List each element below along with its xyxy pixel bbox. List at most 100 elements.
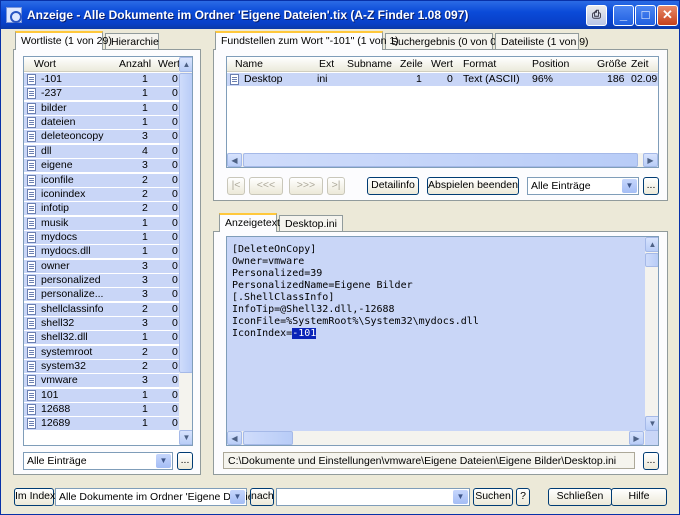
list-item[interactable]: infotip 2 0	[24, 202, 179, 216]
chevron-down-icon[interactable]: ▼	[230, 490, 245, 504]
text-hscrollbar[interactable]: ◀ ▶	[227, 431, 645, 445]
stop-playback-button[interactable]: Abspielen beenden	[427, 177, 519, 195]
list-item[interactable]: shell32 3 0	[24, 316, 179, 330]
list-item[interactable]: personalize... 3 0	[24, 288, 179, 302]
list-item[interactable]: owner 3 0	[24, 259, 179, 273]
col-wort[interactable]: Wort	[34, 58, 56, 70]
list-item[interactable]: -237 1 0	[24, 87, 179, 101]
list-item[interactable]: systemroot 2 0	[24, 345, 179, 359]
list-item[interactable]: deleteoncopy 3 0	[24, 130, 179, 144]
list-item[interactable]: mydocs.dll 1 0	[24, 245, 179, 259]
help-question-button[interactable]: ?	[516, 488, 530, 506]
col-wert[interactable]: Wert	[431, 58, 453, 70]
nav-last-button[interactable]: >|	[327, 177, 345, 195]
col-subname[interactable]: Subname	[347, 58, 392, 70]
close-button[interactable]: Schließen	[548, 488, 612, 506]
tab-hierarchie[interactable]: Hierarchie	[105, 33, 159, 50]
list-item[interactable]: bilder 1 0	[24, 101, 179, 115]
nach-button[interactable]: nach	[250, 488, 274, 506]
right-filter-select[interactable]: Alle Einträge ▼	[527, 177, 639, 195]
chevron-down-icon[interactable]: ▼	[453, 490, 468, 504]
tab-wortliste[interactable]: Wortliste (1 von 29)	[15, 31, 112, 50]
cell-anzahl: 1	[142, 331, 148, 344]
minimize-icon[interactable]: _	[613, 5, 634, 26]
text-vscrollbar[interactable]: ▲ ▼	[645, 237, 658, 431]
nav-first-button[interactable]: |<	[227, 177, 245, 195]
col-anzahl[interactable]: Anzahl	[119, 58, 151, 70]
list-item[interactable]: vmware 3 0	[24, 374, 179, 388]
text-line: [.ShellClassInfo]	[232, 292, 335, 303]
scroll-right-icon[interactable]: ▶	[629, 431, 644, 445]
content-text-view[interactable]: [DeleteOnCopy] Owner=vmware Personalized=3…	[226, 236, 659, 446]
title-bar[interactable]: Anzeige - Alle Dokumente im Ordner 'Eige…	[1, 1, 679, 29]
list-item[interactable]: eigene 3 0	[24, 159, 179, 173]
tab-dateiliste[interactable]: Dateiliste (1 von 9)	[495, 33, 589, 50]
detailinfo-button[interactable]: Detailinfo	[367, 177, 419, 195]
scroll-right-icon[interactable]: ▶	[643, 153, 658, 167]
col-ext[interactable]: Ext	[319, 58, 334, 70]
list-item[interactable]: shellclassinfo 2 0	[24, 302, 179, 316]
scroll-thumb[interactable]	[179, 73, 192, 373]
word-list-scrollbar[interactable]: ▲ ▼	[179, 57, 192, 445]
list-item[interactable]: personalized 3 0	[24, 273, 179, 287]
col-format[interactable]: Format	[463, 58, 496, 70]
tab-desktop-ini[interactable]: Desktop.ini	[279, 215, 343, 232]
cell-anzahl: 1	[142, 403, 148, 416]
cell-wert: 0	[172, 374, 178, 387]
nav-next-button[interactable]: >>>	[289, 177, 323, 195]
tab-anzeigetext[interactable]: Anzeigetext	[219, 213, 280, 232]
list-item[interactable]: -101 1 0	[24, 73, 179, 86]
path-more-button[interactable]: ...	[643, 452, 659, 470]
tab-suchergebnis[interactable]: Suchergebnis (0 von 0)	[385, 33, 500, 50]
scroll-down-icon[interactable]: ▼	[179, 430, 192, 445]
search-button[interactable]: Suchen	[473, 488, 513, 506]
left-more-button[interactable]: ...	[177, 452, 193, 470]
file-path-field[interactable]: C:\Dokumente und Einstellungen\vmware\Ei…	[223, 452, 635, 469]
list-item[interactable]: 12688 1 0	[24, 403, 179, 417]
nav-prev-button[interactable]: <<<	[249, 177, 283, 195]
table-row[interactable]: Desktop ini 1 0 Text (ASCII) 96% 186 02.…	[227, 73, 658, 86]
index-select[interactable]: Alle Dokumente im Ordner 'Eigene Dateien…	[55, 488, 261, 506]
close-icon[interactable]: ✕	[657, 5, 678, 26]
col-zeit[interactable]: Zeit	[631, 58, 649, 70]
col-wert[interactable]: Wert	[158, 58, 180, 70]
chevron-down-icon[interactable]: ▼	[156, 454, 171, 468]
list-item[interactable]: musik 1 0	[24, 216, 179, 230]
left-filter-select[interactable]: Alle Einträge ▼	[23, 452, 173, 470]
search-input[interactable]: ▼	[276, 488, 470, 506]
scroll-down-icon[interactable]: ▼	[645, 416, 658, 431]
scroll-thumb[interactable]	[243, 431, 293, 445]
list-item[interactable]: system32 2 0	[24, 360, 179, 373]
word-list[interactable]: Wort Anzahl Wert -101 1 0 -237 1 0 bilder 1 0 dat…	[23, 56, 193, 446]
list-item[interactable]: iconindex 2 0	[24, 187, 179, 201]
scroll-left-icon[interactable]: ◀	[227, 431, 242, 445]
maximize-icon[interactable]: □	[635, 5, 656, 26]
document-icon	[27, 303, 36, 315]
scroll-thumb[interactable]	[645, 253, 658, 267]
help-button[interactable]: Hilfe	[611, 488, 667, 506]
list-item[interactable]: 101 1 0	[24, 388, 179, 402]
list-item[interactable]: 12689 1 0	[24, 417, 179, 431]
list-item[interactable]: dll 4 0	[24, 144, 179, 158]
scroll-up-icon[interactable]: ▲	[179, 57, 192, 72]
cell-wort: bilder	[41, 101, 67, 114]
document-icon	[27, 102, 36, 114]
list-item[interactable]: shell32.dll 1 0	[24, 331, 179, 345]
scroll-thumb[interactable]	[243, 153, 638, 167]
list-item[interactable]: mydocs 1 0	[24, 230, 179, 244]
right-more-button[interactable]: ...	[643, 177, 659, 195]
scroll-left-icon[interactable]: ◀	[227, 153, 242, 167]
results-hscrollbar[interactable]: ◀ ▶	[227, 153, 658, 167]
chevron-down-icon[interactable]: ▼	[622, 179, 637, 193]
col-name[interactable]: Name	[235, 58, 263, 70]
col-position[interactable]: Position	[532, 58, 569, 70]
col-zeile[interactable]: Zeile	[400, 58, 423, 70]
printer-icon[interactable]: ⎙	[586, 5, 607, 26]
results-list[interactable]: Name Ext Subname Zeile Wert Format Posit…	[226, 56, 659, 168]
im-index-button[interactable]: Im Index	[14, 488, 55, 506]
list-item[interactable]: dateien 1 0	[24, 116, 179, 129]
col-groesse[interactable]: Größe	[597, 58, 627, 70]
list-item[interactable]: iconfile 2 0	[24, 173, 179, 187]
scroll-up-icon[interactable]: ▲	[645, 237, 658, 252]
tab-fundstellen[interactable]: Fundstellen zum Wort "-101" (1 von 1)	[215, 31, 399, 50]
